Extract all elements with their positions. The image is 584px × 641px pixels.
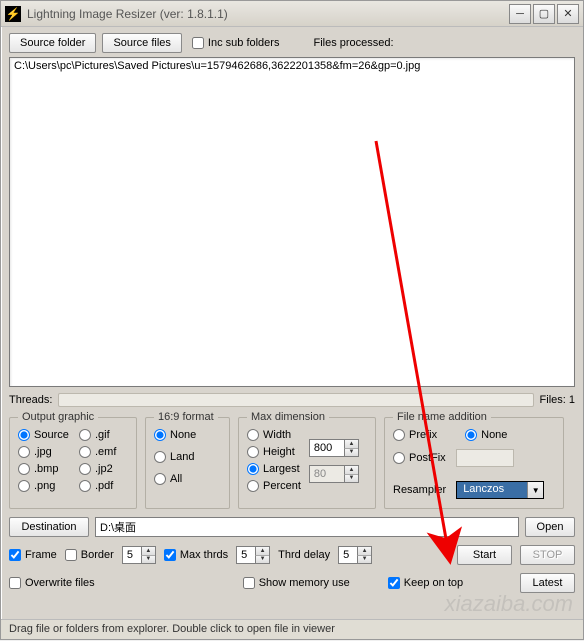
minimize-button[interactable]: ─ [509,4,531,24]
status-bar: Drag file or folders from explorer. Doub… [1,619,583,639]
size-spinner-1[interactable]: ▲▼ [309,439,359,457]
maxdim-height-radio[interactable] [247,446,259,458]
frame-spinner[interactable]: ▲▼ [122,546,156,564]
ratio-all-radio[interactable] [154,473,166,485]
max-threads-spinner[interactable]: ▲▼ [236,546,270,564]
filename-addition-legend: File name addition [393,411,491,423]
files-processed-label: Files processed: [313,37,393,49]
output-gif-radio[interactable] [79,429,91,441]
frame-checkbox[interactable] [9,549,21,561]
thread-delay-spinner[interactable]: ▲▼ [338,546,372,564]
maximize-button[interactable]: ▢ [533,4,555,24]
output-bmp-radio[interactable] [18,463,30,475]
destination-input[interactable] [95,517,519,537]
border-checkbox[interactable] [65,549,77,561]
source-files-button[interactable]: Source files [102,33,181,53]
maxdim-width-radio[interactable] [247,429,259,441]
keep-on-top-checkbox[interactable] [388,577,400,589]
fname-text-input[interactable] [456,449,514,467]
resampler-select[interactable]: Lanczos ▼ [456,481,544,499]
output-pdf-radio[interactable] [79,480,91,492]
close-button[interactable]: ✕ [557,4,579,24]
stop-button[interactable]: STOP [520,545,575,565]
titlebar: ⚡ Lightning Image Resizer (ver: 1.8.1.1)… [1,1,583,27]
spin-down-icon[interactable]: ▼ [344,475,358,483]
maxdim-largest-radio[interactable] [247,463,259,475]
ratio-group: 16:9 format None Land All [145,411,230,509]
max-threads-checkbox[interactable] [164,549,176,561]
open-button[interactable]: Open [525,517,575,537]
progress-bar [58,393,533,407]
files-count: Files: 1 [540,394,575,406]
size-spinner-2[interactable]: ▲▼ [309,465,359,483]
start-button[interactable]: Start [457,545,512,565]
destination-button[interactable]: Destination [9,517,89,537]
max-dimension-legend: Max dimension [247,411,329,423]
postfix-radio[interactable] [393,452,405,464]
overwrite-checkbox[interactable] [9,577,21,589]
output-graphic-legend: Output graphic [18,411,98,423]
chevron-down-icon[interactable]: ▼ [527,482,543,498]
list-item[interactable]: C:\Users\pc\Pictures\Saved Pictures\u=15… [14,60,570,72]
ratio-none-radio[interactable] [154,429,166,441]
spin-up-icon[interactable]: ▲ [344,466,358,475]
size-input-1[interactable] [310,440,344,456]
fname-none-radio[interactable] [465,429,477,441]
app-icon: ⚡ [5,6,21,22]
latest-button[interactable]: Latest [520,573,575,593]
ratio-legend: 16:9 format [154,411,218,423]
threads-label: Threads: [9,394,52,406]
output-png-radio[interactable] [18,480,30,492]
thread-delay-input[interactable] [339,547,357,563]
inc-sub-folders-label: Inc sub folders [208,37,280,49]
inc-sub-folders-checkbox[interactable] [192,37,204,49]
output-jpg-radio[interactable] [18,446,30,458]
source-folder-button[interactable]: Source folder [9,33,96,53]
window-title: Lightning Image Resizer (ver: 1.8.1.1) [27,7,228,21]
size-input-2[interactable] [310,466,344,482]
prefix-radio[interactable] [393,429,405,441]
thread-delay-label: Thrd delay [278,549,330,561]
max-threads-input[interactable] [237,547,255,563]
frame-value-input[interactable] [123,547,141,563]
filename-addition-group: File name addition Prefix None PostFix R… [384,411,564,509]
output-source-radio[interactable] [18,429,30,441]
spin-up-icon[interactable]: ▲ [344,440,358,449]
maxdim-percent-radio[interactable] [247,480,259,492]
output-graphic-group: Output graphic Source .gif .jpg .emf .bm… [9,411,137,509]
show-memory-checkbox[interactable] [243,577,255,589]
output-jp2-radio[interactable] [79,463,91,475]
spin-down-icon[interactable]: ▼ [344,449,358,457]
resampler-value: Lanczos [457,482,527,498]
ratio-land-radio[interactable] [154,451,166,463]
resampler-label: Resampler [393,484,446,496]
max-dimension-group: Max dimension Width Height Largest Perce… [238,411,376,509]
status-text: Drag file or folders from explorer. Doub… [9,623,335,635]
file-list[interactable]: C:\Users\pc\Pictures\Saved Pictures\u=15… [9,57,575,387]
output-emf-radio[interactable] [79,446,91,458]
